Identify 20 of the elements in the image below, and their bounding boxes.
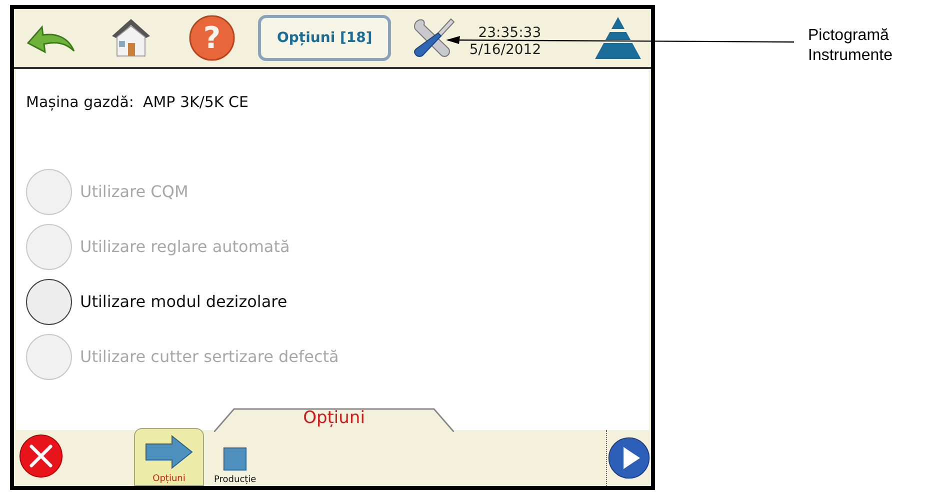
nav-tab[interactable]: Producție — [208, 428, 262, 486]
option-label: Utilizare cutter sertizare defectă — [80, 347, 339, 366]
host-value: AMP 3K/5K CE — [142, 93, 248, 113]
clock-time: 23:35:33 — [478, 25, 542, 42]
next-icon[interactable] — [607, 435, 651, 481]
callout-text: Pictogramă Instrumente — [808, 26, 892, 66]
help-icon[interactable]: ? — [188, 14, 236, 62]
close-icon[interactable] — [18, 433, 64, 479]
pyramid-logo-icon — [593, 15, 643, 61]
tools-icon[interactable] — [411, 16, 456, 60]
host-label: Mașina gazdă: — [26, 93, 134, 113]
option-label: Utilizare reglare automată — [80, 237, 290, 256]
radio-button[interactable] — [26, 278, 72, 324]
arrow-icon — [144, 434, 194, 470]
clock-date: 5/16/2012 — [469, 42, 542, 59]
nav-tab[interactable]: Opțiuni — [134, 428, 204, 486]
option-label: Utilizare CQM — [80, 182, 188, 201]
square-icon — [223, 447, 248, 471]
screen-title: Opțiuni [18] — [258, 15, 392, 61]
option-label: Utilizare modul dezizolare — [80, 292, 288, 311]
